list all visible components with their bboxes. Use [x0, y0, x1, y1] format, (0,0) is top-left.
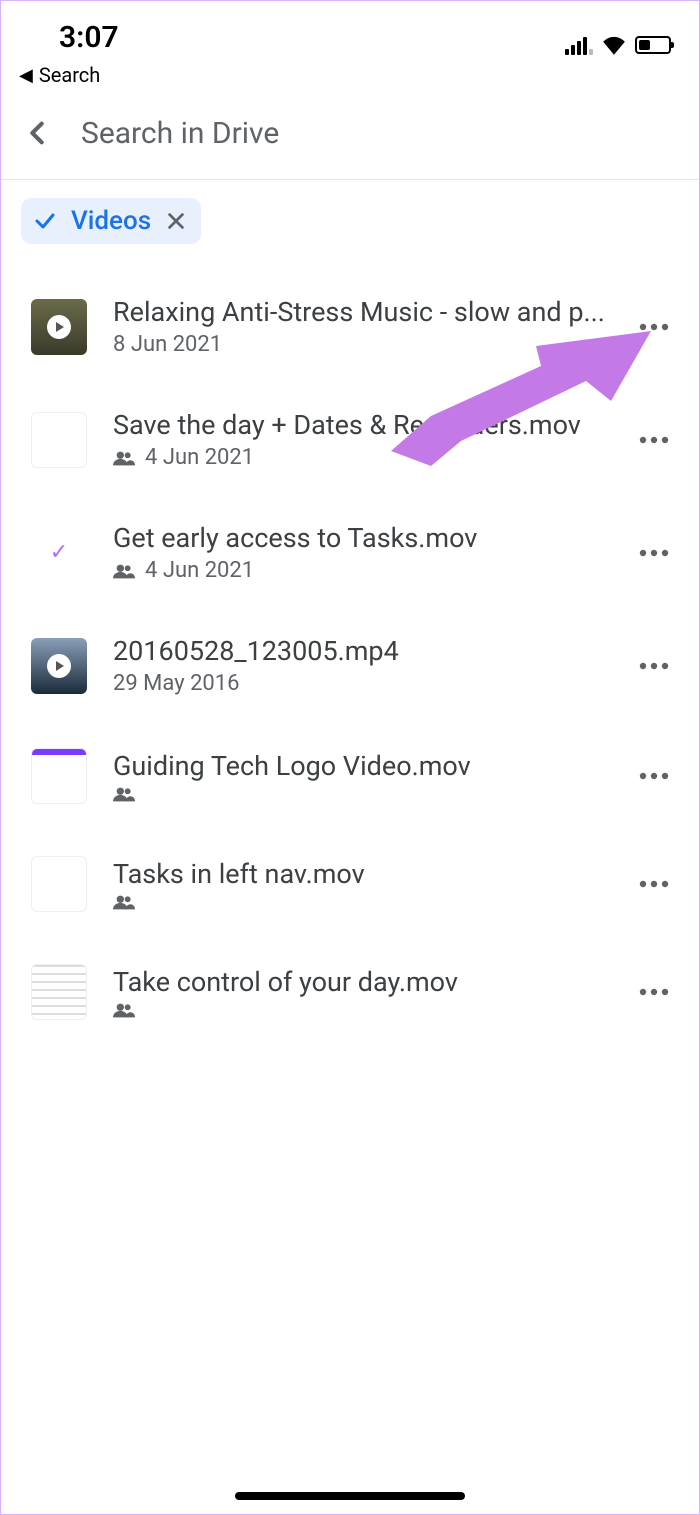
shared-icon [113, 1002, 135, 1018]
file-meta: Guiding Tech Logo Video.mov [113, 750, 605, 802]
file-row[interactable]: Relaxing Anti-Stress Music - slow and p.… [1, 270, 699, 383]
file-title: Get early access to Tasks.mov [113, 522, 605, 554]
filter-chips-row: Videos [1, 180, 699, 252]
wifi-icon [601, 35, 627, 55]
file-subtitle: 8 Jun 2021 [113, 332, 605, 357]
file-subtitle: 29 May 2016 [113, 671, 605, 696]
play-icon [47, 654, 71, 678]
back-caret-icon: ◀ [19, 65, 33, 86]
file-meta: Take control of your day.mov [113, 966, 605, 1018]
check-icon [33, 209, 57, 233]
file-thumbnail [31, 856, 87, 912]
file-title: Relaxing Anti-Stress Music - slow and p.… [113, 296, 605, 328]
more-menu-button[interactable] [631, 541, 677, 565]
search-input[interactable]: Search in Drive [81, 116, 279, 151]
file-title: Guiding Tech Logo Video.mov [113, 750, 605, 782]
shared-icon [113, 563, 135, 579]
file-meta: Relaxing Anti-Stress Music - slow and p.… [113, 296, 605, 357]
file-row[interactable]: Save the day + Dates & Reminders.mov 4 Ju… [1, 383, 699, 496]
file-subtitle [113, 1002, 605, 1018]
file-row[interactable]: 20160528_123005.mp4 29 May 2016 [1, 609, 699, 722]
file-subtitle: 4 Jun 2021 [113, 558, 605, 583]
more-menu-button[interactable] [631, 428, 677, 452]
filter-chip-videos[interactable]: Videos [21, 198, 201, 244]
file-meta: 20160528_123005.mp4 29 May 2016 [113, 635, 605, 696]
file-date: 29 May 2016 [113, 671, 240, 696]
file-thumbnail [31, 525, 87, 581]
search-header: Search in Drive [1, 87, 699, 180]
more-menu-button[interactable] [631, 872, 677, 896]
file-title: 20160528_123005.mp4 [113, 635, 605, 667]
file-subtitle: 4 Jun 2021 [113, 445, 605, 470]
file-list: Relaxing Anti-Stress Music - slow and p.… [1, 252, 699, 1046]
home-indicator[interactable] [235, 1492, 465, 1500]
file-date: 4 Jun 2021 [145, 445, 254, 470]
status-time: 3:07 [59, 20, 119, 55]
file-date: 4 Jun 2021 [145, 558, 254, 583]
file-row[interactable]: Get early access to Tasks.mov 4 Jun 2021 [1, 496, 699, 609]
shared-icon [113, 894, 135, 910]
play-icon [47, 315, 71, 339]
back-to-app-breadcrumb[interactable]: ◀ Search [1, 59, 699, 87]
file-subtitle [113, 786, 605, 802]
back-arrow-icon[interactable] [23, 115, 51, 151]
file-row[interactable]: Guiding Tech Logo Video.mov [1, 722, 699, 830]
file-row[interactable]: Tasks in left nav.mov [1, 830, 699, 938]
file-meta: Save the day + Dates & Reminders.mov 4 Ju… [113, 409, 605, 470]
file-title: Tasks in left nav.mov [113, 858, 605, 890]
file-thumbnail [31, 299, 87, 355]
more-menu-button[interactable] [631, 654, 677, 678]
shared-icon [113, 450, 135, 466]
file-thumbnail [31, 638, 87, 694]
file-row[interactable]: Take control of your day.mov [1, 938, 699, 1046]
status-icons-group [565, 35, 671, 55]
file-subtitle [113, 894, 605, 910]
file-title: Save the day + Dates & Reminders.mov [113, 409, 605, 441]
battery-icon [635, 36, 671, 54]
breadcrumb-label: Search [39, 63, 100, 87]
shared-icon [113, 786, 135, 802]
file-title: Take control of your day.mov [113, 966, 605, 998]
file-meta: Tasks in left nav.mov [113, 858, 605, 910]
status-bar: 3:07 [1, 1, 699, 59]
file-thumbnail [31, 748, 87, 804]
more-menu-button[interactable] [631, 315, 677, 339]
file-meta: Get early access to Tasks.mov 4 Jun 2021 [113, 522, 605, 583]
file-date: 8 Jun 2021 [113, 332, 222, 357]
file-thumbnail [31, 964, 87, 1020]
file-thumbnail [31, 412, 87, 468]
cellular-icon [565, 35, 593, 55]
close-icon[interactable] [165, 210, 187, 232]
more-menu-button[interactable] [631, 764, 677, 788]
more-menu-button[interactable] [631, 980, 677, 1004]
filter-chip-label: Videos [71, 206, 151, 236]
